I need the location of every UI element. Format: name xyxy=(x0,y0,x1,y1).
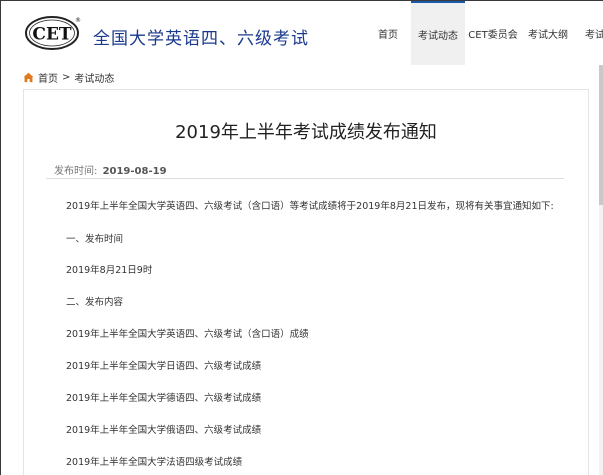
title-divider xyxy=(46,178,564,179)
article-paragraph: 2019年上半年全国大学法语四级考试成绩 xyxy=(66,457,243,468)
cet-logo[interactable]: CET ® xyxy=(25,15,81,51)
article-panel: 2019年上半年考试成绩发布通知 发布时间: 2019-08-19 2019年上… xyxy=(23,89,589,475)
breadcrumb-home-link[interactable]: 首页 xyxy=(38,70,58,85)
article-paragraph: 2019年上半年全国大学俄语四、六级考试成绩 xyxy=(66,425,262,436)
article-title: 2019年上半年考试成绩发布通知 xyxy=(175,122,437,143)
scrollbar-thumb[interactable] xyxy=(599,65,603,205)
article-paragraph: 2019年上半年全国大学英语四、六级考试（含口语）成绩 xyxy=(66,329,309,340)
article-paragraph: 2019年上半年全国大学英语四、六级考试（含口语）等考试成绩将于2019年8月2… xyxy=(66,201,554,212)
nav-exam-syllabus[interactable]: 考试大纲 xyxy=(521,1,575,65)
registered-mark: ® xyxy=(75,17,81,24)
logo-text: CET xyxy=(32,25,71,45)
article-paragraph: 2019年上半年全国大学日语四、六级考试成绩 xyxy=(66,361,262,372)
article-paragraph: 一、发布时间 xyxy=(66,234,124,245)
breadcrumb: 首页 > 考试动态 xyxy=(23,68,114,86)
article-paragraph: 二、发布内容 xyxy=(66,297,124,308)
nav-home[interactable]: 首页 xyxy=(365,1,411,65)
publish-label: 发布时间: xyxy=(54,166,98,177)
publish-meta: 发布时间: 2019-08-19 xyxy=(54,162,167,177)
nav-exam-news[interactable]: 考试动态 xyxy=(411,1,465,65)
publish-date: 2019-08-19 xyxy=(102,166,167,177)
article-paragraph: 2019年8月21日9时 xyxy=(66,265,153,276)
site-title[interactable]: 全国大学英语四、六级考试 xyxy=(93,24,309,49)
home-icon xyxy=(23,72,34,82)
main-nav: 首页 考试动态 CET委员会 考试大纲 考试 xyxy=(365,1,603,65)
page-scrollbar[interactable] xyxy=(599,65,603,475)
breadcrumb-current[interactable]: 考试动态 xyxy=(74,70,114,85)
breadcrumb-separator: > xyxy=(62,71,71,83)
nav-exam[interactable]: 考试 xyxy=(575,1,603,65)
nav-cet-committee[interactable]: CET委员会 xyxy=(465,1,521,65)
site-header: CET ® 全国大学英语四、六级考试 首页 考试动态 CET委员会 考试大纲 考… xyxy=(1,1,603,65)
article-paragraph: 2019年上半年全国大学德语四、六级考试成绩 xyxy=(66,393,262,404)
browser-viewport: CET ® 全国大学英语四、六级考试 首页 考试动态 CET委员会 考试大纲 考… xyxy=(0,0,603,475)
